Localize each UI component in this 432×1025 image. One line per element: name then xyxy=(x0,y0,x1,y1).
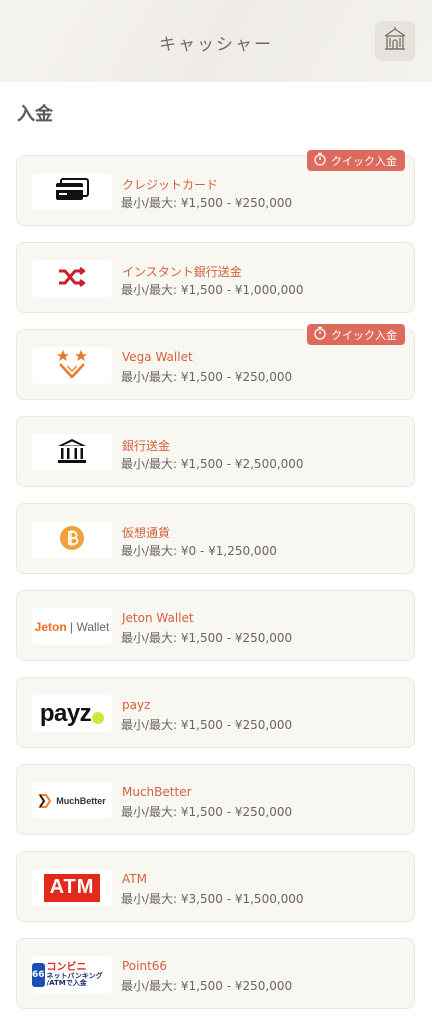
muchbetter-logo-icon: MuchBetter xyxy=(38,793,106,809)
payment-method-range: 最小/最大: ¥1,500 - ¥250,000 xyxy=(121,718,293,732)
payment-method-instant-bank[interactable]: インスタント銀行送金 最小/最大: ¥1,500 - ¥1,000,000 xyxy=(16,242,415,313)
payz-logo-icon: payz xyxy=(40,700,105,728)
shuffle-icon xyxy=(57,266,87,291)
bitcoin-icon xyxy=(59,525,85,555)
payment-method-name: クレジットカード xyxy=(122,178,219,192)
payment-logo: Jeton | Wallet xyxy=(32,608,112,645)
payment-logo: ATM xyxy=(32,869,112,906)
payment-logo xyxy=(32,260,112,297)
payment-method-name: 銀行送金 xyxy=(122,439,171,453)
payment-method-name: ATM xyxy=(122,872,147,886)
payment-method-name: Jeton Wallet xyxy=(122,611,194,625)
payment-method-muchbetter[interactable]: MuchBetter MuchBetter 最小/最大: ¥1,500 - ¥2… xyxy=(16,764,415,835)
stopwatch-icon xyxy=(313,326,327,343)
atm-logo-icon: ATM xyxy=(44,873,100,902)
payment-method-vega-wallet[interactable]: Vega Wallet 最小/最大: ¥1,500 - ¥250,000 クイッ… xyxy=(16,324,415,400)
payment-method-name: 仮想通貨 xyxy=(122,526,171,540)
bank-icon xyxy=(57,438,87,468)
quick-deposit-badge: クイック入金 xyxy=(307,324,405,345)
payment-method-range: 最小/最大: ¥1,500 - ¥250,000 xyxy=(121,196,293,210)
vega-logo-icon xyxy=(55,349,89,383)
payment-method-range: 最小/最大: ¥1,500 - ¥2,500,000 xyxy=(121,457,304,471)
point66-logo-icon: 66 コンビニ ネットバンキング /ATMで入金 xyxy=(32,961,103,987)
page-title: キャッシャー xyxy=(159,35,273,55)
payment-method-range: 最小/最大: ¥0 - ¥1,250,000 xyxy=(121,544,277,558)
payment-logo: payz xyxy=(32,695,112,732)
quick-deposit-label: クイック入金 xyxy=(331,154,397,168)
payment-method-name: MuchBetter xyxy=(122,785,192,799)
payment-method-point66[interactable]: 66 コンビニ ネットバンキング /ATMで入金 Point66 最小/最大: … xyxy=(16,938,415,1009)
payment-method-bank-transfer[interactable]: 銀行送金 最小/最大: ¥1,500 - ¥2,500,000 xyxy=(16,416,415,487)
home-button[interactable] xyxy=(375,21,415,61)
credit-card-icon xyxy=(54,177,90,206)
payment-method-range: 最小/最大: ¥1,500 - ¥250,000 xyxy=(121,370,293,384)
payment-logo xyxy=(32,434,112,471)
payment-method-range: 最小/最大: ¥1,500 - ¥250,000 xyxy=(121,979,293,993)
quick-deposit-label: クイック入金 xyxy=(331,328,397,342)
payment-method-name: インスタント銀行送金 xyxy=(122,265,242,279)
payment-logo xyxy=(32,521,112,558)
deposit-section-title: 入金 xyxy=(17,104,53,125)
cashier-header: キャッシャー xyxy=(0,0,432,82)
payment-method-credit-card[interactable]: クレジットカード 最小/最大: ¥1,500 - ¥250,000 クイック入金 xyxy=(16,150,415,226)
temple-home-icon xyxy=(382,26,408,56)
payment-method-name: Vega Wallet xyxy=(122,350,193,364)
quick-deposit-badge: クイック入金 xyxy=(307,150,405,171)
payment-method-range: 最小/最大: ¥1,500 - ¥1,000,000 xyxy=(121,283,304,297)
payment-logo: MuchBetter xyxy=(32,782,112,819)
payment-method-crypto[interactable]: 仮想通貨 最小/最大: ¥0 - ¥1,250,000 xyxy=(16,503,415,574)
stopwatch-icon xyxy=(313,152,327,169)
payment-logo: 66 コンビニ ネットバンキング /ATMで入金 xyxy=(32,956,112,993)
payment-method-range: 最小/最大: ¥3,500 - ¥1,500,000 xyxy=(121,892,304,906)
payment-method-jeton-wallet[interactable]: Jeton | Wallet Jeton Wallet 最小/最大: ¥1,50… xyxy=(16,590,415,661)
payment-method-range: 最小/最大: ¥1,500 - ¥250,000 xyxy=(121,805,293,819)
payment-logo xyxy=(32,347,112,384)
payment-method-range: 最小/最大: ¥1,500 - ¥250,000 xyxy=(121,631,293,645)
jeton-logo-icon: Jeton | Wallet xyxy=(34,619,110,634)
payment-method-payz[interactable]: payz payz 最小/最大: ¥1,500 - ¥250,000 xyxy=(16,677,415,748)
payment-method-atm[interactable]: ATM ATM 最小/最大: ¥3,500 - ¥1,500,000 xyxy=(16,851,415,922)
payment-method-list: クレジットカード 最小/最大: ¥1,500 - ¥250,000 クイック入金 xyxy=(16,150,415,1025)
payment-logo xyxy=(32,173,112,210)
payment-method-name: Point66 xyxy=(122,959,168,973)
payment-method-name: payz xyxy=(122,698,151,712)
